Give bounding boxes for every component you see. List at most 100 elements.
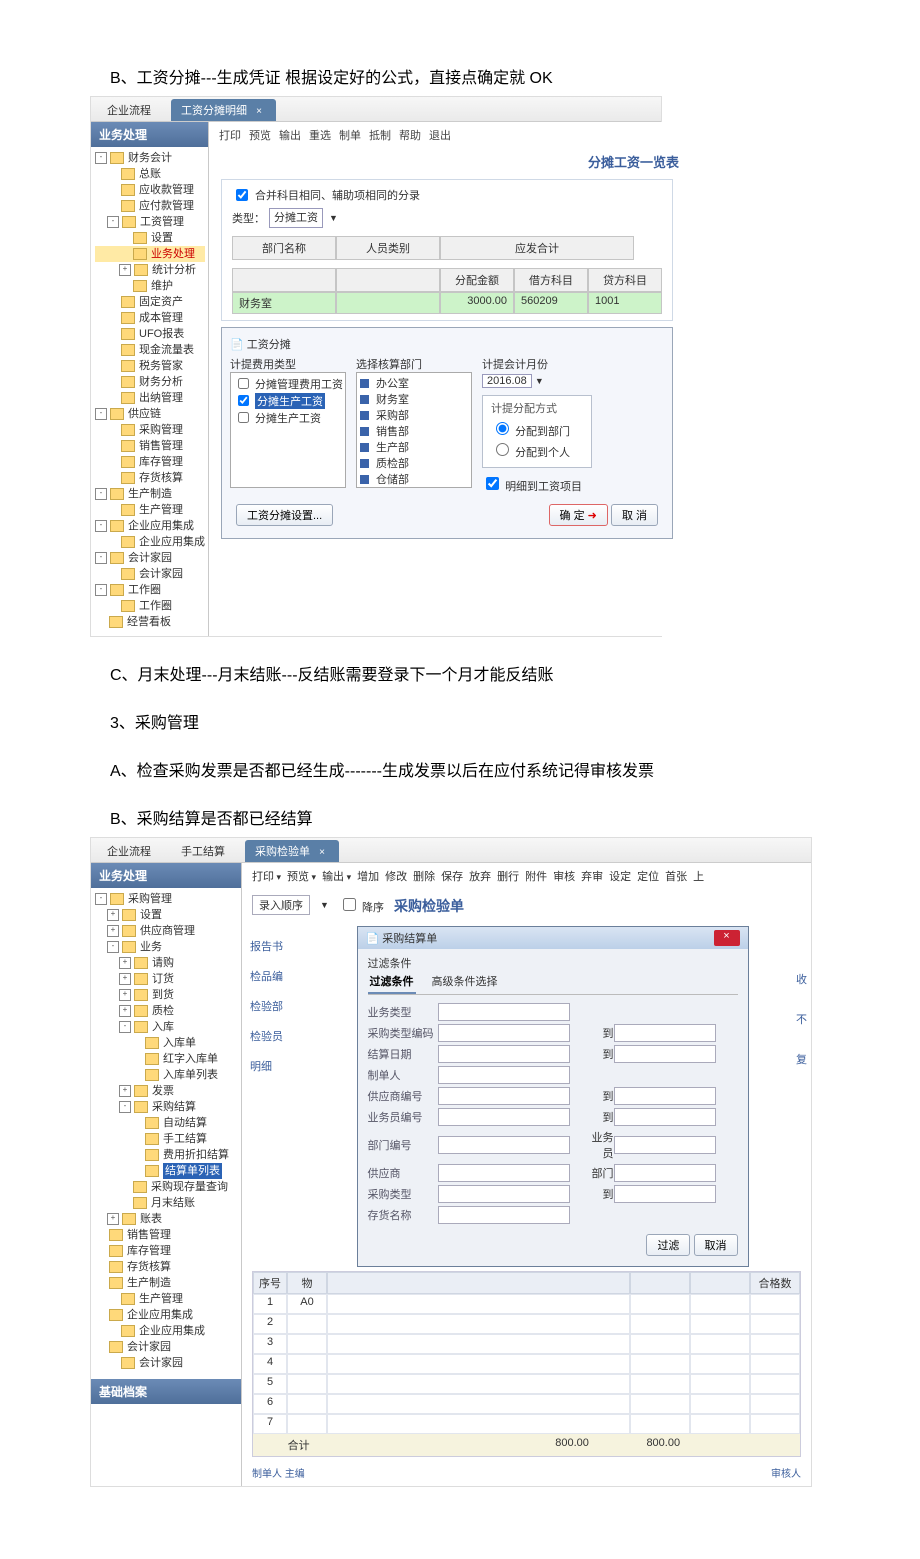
tree-item[interactable]: 费用折扣结算 <box>95 1147 238 1163</box>
tree-item[interactable]: 出纳管理 <box>95 390 205 406</box>
order-select[interactable]: 录入顺序 <box>252 895 310 915</box>
dept-list[interactable]: 办公室财务室采购部销售部生产部质检部仓储部车间厂部 <box>356 372 472 488</box>
tree-item[interactable]: 入库单列表 <box>95 1067 238 1083</box>
list-item[interactable]: 销售部 <box>360 423 468 439</box>
text-input[interactable] <box>614 1024 716 1042</box>
text-input[interactable] <box>438 1045 570 1063</box>
tree-item[interactable]: 企业应用集成 <box>95 1323 238 1339</box>
tree-item[interactable]: -工作圈 <box>95 582 205 598</box>
text-input[interactable] <box>438 1164 570 1182</box>
tree-item[interactable]: +供应商管理 <box>95 923 238 939</box>
tree-item[interactable]: +发票 <box>95 1083 238 1099</box>
tree-item[interactable]: 采购管理 <box>95 422 205 438</box>
list-item[interactable]: 仓储部 <box>360 471 468 487</box>
tree-item[interactable]: 企业应用集成 <box>95 1307 238 1323</box>
tab-purchase-inspect[interactable]: 采购检验单 × <box>245 840 339 862</box>
toolbar-item[interactable]: 抵制 <box>369 130 391 142</box>
tree-item[interactable]: 企业应用集成 <box>95 534 205 550</box>
tree-item[interactable]: 存货核算 <box>95 1259 238 1275</box>
tab-enterprise[interactable]: 企业流程 <box>97 99 165 121</box>
tree-item[interactable]: UFO报表 <box>95 326 205 342</box>
toolbar-item[interactable]: 输出 <box>279 130 301 142</box>
nav-tree[interactable]: -采购管理+设置+供应商管理-业务+请购+订货+到货+质检-入库入库单红字入库单… <box>91 888 241 1377</box>
toolbar-item[interactable]: 打印 <box>252 871 281 883</box>
tree-item[interactable]: +请购 <box>95 955 238 971</box>
tree-item[interactable]: 生产管理 <box>95 1291 238 1307</box>
toolbar-item[interactable]: 重选 <box>309 130 331 142</box>
tree-item[interactable]: 应付款管理 <box>95 198 205 214</box>
tree-item[interactable]: +统计分析 <box>95 262 205 278</box>
tree-item[interactable]: 自动结算 <box>95 1115 238 1131</box>
list-item[interactable]: 财务室 <box>360 391 468 407</box>
text-input[interactable] <box>614 1164 716 1182</box>
month-select[interactable]: 2016.08 <box>482 374 532 388</box>
text-input[interactable] <box>614 1108 716 1126</box>
toolbar-item[interactable]: 弃审 <box>581 871 603 883</box>
list-item[interactable]: 生产部 <box>360 439 468 455</box>
tree-item[interactable]: 采购现存量查询 <box>95 1179 238 1195</box>
close-icon[interactable]: × <box>256 106 262 117</box>
tree-item[interactable]: -工资管理 <box>95 214 205 230</box>
cancel-button[interactable]: 取 消 <box>611 504 658 526</box>
tree-item[interactable]: 手工结算 <box>95 1131 238 1147</box>
tree-item[interactable]: -会计家园 <box>95 550 205 566</box>
tree-item[interactable]: 业务处理 <box>95 246 205 262</box>
tree-item[interactable]: 会计家园 <box>95 1355 238 1371</box>
text-input[interactable] <box>614 1136 716 1154</box>
text-input[interactable] <box>614 1087 716 1105</box>
tree-item[interactable]: 应收款管理 <box>95 182 205 198</box>
toolbar-item[interactable]: 制单 <box>339 130 361 142</box>
tree-item[interactable]: 财务分析 <box>95 374 205 390</box>
tree-item[interactable]: 结算单列表 <box>95 1163 238 1179</box>
toolbar-item[interactable]: 审核 <box>553 871 575 883</box>
tree-item[interactable]: -采购管理 <box>95 891 238 907</box>
tab-advanced[interactable]: 高级条件选择 <box>430 971 500 994</box>
cancel-button[interactable]: 取消 <box>694 1234 738 1256</box>
tree-item[interactable]: 库存管理 <box>95 1243 238 1259</box>
tree-item[interactable]: 生产管理 <box>95 502 205 518</box>
desc-checkbox[interactable]: 降序 <box>339 895 384 915</box>
toolbar-item[interactable]: 预览 <box>249 130 271 142</box>
tree-item[interactable]: +账表 <box>95 1211 238 1227</box>
toolbar-item[interactable]: 定位 <box>637 871 659 883</box>
list-item[interactable]: 采购部 <box>360 407 468 423</box>
text-input[interactable] <box>438 1185 570 1203</box>
tree-item[interactable]: 维护 <box>95 278 205 294</box>
close-icon[interactable]: × <box>714 930 740 946</box>
tab-filter[interactable]: 过滤条件 <box>368 971 416 994</box>
tree-item[interactable]: 经营看板 <box>95 614 205 630</box>
tree-item[interactable]: 会计家园 <box>95 566 205 582</box>
toolbar-item[interactable]: 删行 <box>497 871 519 883</box>
setting-button[interactable]: 工资分摊设置... <box>236 504 333 526</box>
tree-item[interactable]: 存货核算 <box>95 470 205 486</box>
toolbar-item[interactable]: 预览 <box>287 871 316 883</box>
tree-item[interactable]: 销售管理 <box>95 1227 238 1243</box>
toolbar-item[interactable]: 输出 <box>322 871 351 883</box>
radio-person[interactable]: 分配到个人 <box>491 440 583 460</box>
text-input[interactable] <box>438 1003 570 1021</box>
text-input[interactable] <box>614 1045 716 1063</box>
toolbar-item[interactable]: 删除 <box>413 871 435 883</box>
tree-item[interactable]: 设置 <box>95 230 205 246</box>
text-input[interactable] <box>438 1206 570 1224</box>
tree-item[interactable]: -生产制造 <box>95 486 205 502</box>
toolbar[interactable]: 打印预览输出增加修改删除保存放弃删行附件审核弃审设定定位首张上 <box>242 863 811 889</box>
list-item[interactable]: 分摊管理费用工资 <box>234 375 342 392</box>
tree-item[interactable]: 月末结账 <box>95 1195 238 1211</box>
tree-item[interactable]: -财务会计 <box>95 150 205 166</box>
tree-item[interactable]: 总账 <box>95 166 205 182</box>
tree-item[interactable]: -入库 <box>95 1019 238 1035</box>
tree-item[interactable]: 固定资产 <box>95 294 205 310</box>
toolbar-item[interactable]: 保存 <box>441 871 463 883</box>
tree-item[interactable]: 税务管家 <box>95 358 205 374</box>
nav-tree[interactable]: -财务会计总账应收款管理应付款管理-工资管理设置业务处理+统计分析维护固定资产成… <box>91 147 208 636</box>
tab-enterprise[interactable]: 企业流程 <box>97 840 165 862</box>
tab-manual-settle[interactable]: 手工结算 <box>171 840 239 862</box>
tree-item[interactable]: +设置 <box>95 907 238 923</box>
tree-item[interactable]: 现金流量表 <box>95 342 205 358</box>
text-input[interactable] <box>438 1066 570 1084</box>
toolbar-item[interactable]: 增加 <box>357 871 379 883</box>
toolbar-item[interactable]: 退出 <box>429 130 451 142</box>
list-item[interactable]: 车间 <box>360 487 468 488</box>
tree-item[interactable]: 会计家园 <box>95 1339 238 1355</box>
